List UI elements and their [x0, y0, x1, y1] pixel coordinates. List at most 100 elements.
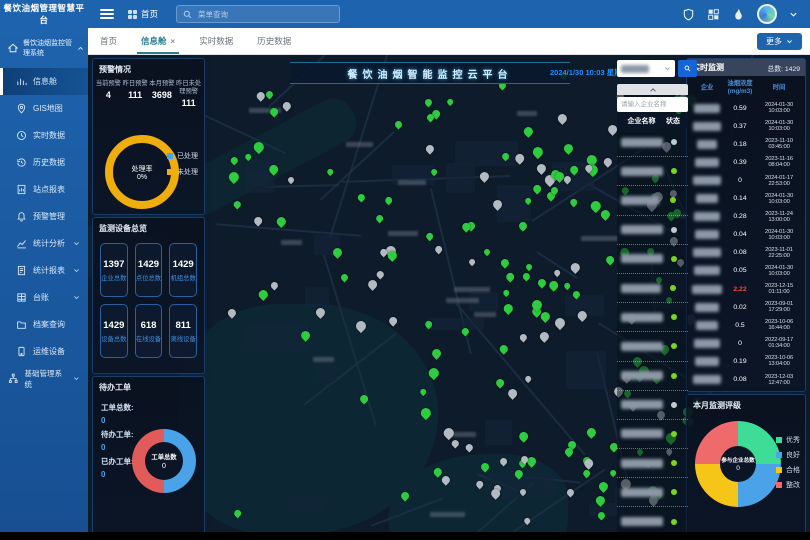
company-list-collapse[interactable]: [617, 84, 688, 95]
map-pin-online[interactable]: [531, 145, 545, 159]
map-pin-online[interactable]: [562, 142, 575, 155]
more-button[interactable]: 更多: [757, 33, 802, 50]
map-pin-offline[interactable]: [506, 387, 519, 400]
tab-首页[interactable]: 首页: [88, 28, 129, 54]
map-pin-online[interactable]: [502, 289, 511, 298]
map-pin-online[interactable]: [522, 125, 534, 137]
map-pin-online[interactable]: [383, 195, 393, 205]
map-pin-online[interactable]: [340, 273, 350, 283]
breadcrumb-home[interactable]: 首页: [128, 8, 158, 20]
map-pin-offline[interactable]: [442, 426, 455, 439]
map-pin-offline[interactable]: [281, 100, 292, 111]
flame-icon[interactable]: [732, 8, 745, 21]
realtime-row[interactable]: 02022-09-17 01:34:00: [687, 334, 805, 352]
map-pin-online[interactable]: [494, 377, 506, 389]
realtime-row[interactable]: 0.022023-09-01 17:29:00: [687, 298, 805, 316]
map-pin-online[interactable]: [589, 199, 602, 212]
realtime-row[interactable]: 0.52023-10-06 16:44:00: [687, 316, 805, 334]
company-row[interactable]: [617, 332, 688, 361]
realtime-row[interactable]: 0.142024-01-30 10:03:00: [687, 190, 805, 208]
map-pin-online[interactable]: [233, 200, 242, 209]
realtime-row[interactable]: 0.372024-01-30 10:03:00: [687, 117, 805, 135]
company-row[interactable]: [617, 245, 688, 274]
hamburger-menu-icon[interactable]: [100, 9, 114, 19]
map-pin-online[interactable]: [483, 248, 492, 257]
sidebar-item-report[interactable]: 站点报表: [0, 176, 88, 203]
map-pin-online[interactable]: [517, 430, 530, 443]
realtime-row[interactable]: 0.082023-11-01 22:25:00: [687, 244, 805, 262]
layout-icon[interactable]: [707, 8, 720, 21]
company-row[interactable]: [617, 420, 688, 449]
sidebar-item-ledger[interactable]: 台账: [0, 284, 88, 311]
map-pin-offline[interactable]: [556, 112, 568, 124]
map-pin-offline[interactable]: [602, 156, 613, 167]
map-pin-online[interactable]: [563, 282, 572, 291]
map-pin-online[interactable]: [597, 480, 610, 493]
map-pin-offline[interactable]: [433, 244, 443, 254]
realtime-row[interactable]: 02024-01-17 22:53:00: [687, 171, 805, 189]
map-pin-online[interactable]: [522, 272, 532, 282]
map-pin-online[interactable]: [504, 271, 516, 283]
map-pin-online[interactable]: [531, 183, 543, 195]
realtime-row[interactable]: 0.052024-01-30 10:03:00: [687, 262, 805, 280]
map-pin-offline[interactable]: [468, 258, 477, 267]
map-pin-online[interactable]: [394, 120, 404, 130]
sidebar-item-history[interactable]: 历史数据: [0, 149, 88, 176]
tab-信息舱[interactable]: 信息舱×: [129, 28, 187, 54]
map-pin-online[interactable]: [257, 288, 269, 300]
map-pin-online[interactable]: [326, 168, 335, 177]
map-pin-offline[interactable]: [366, 278, 379, 291]
map-pin-offline[interactable]: [287, 176, 296, 185]
map-pin-offline[interactable]: [387, 315, 399, 327]
company-row[interactable]: [617, 391, 688, 420]
map-pin-offline[interactable]: [465, 443, 474, 452]
map-pin-online[interactable]: [547, 279, 560, 292]
sidebar-item-doc[interactable]: 统计报表: [0, 257, 88, 284]
close-icon[interactable]: ×: [171, 37, 176, 46]
map-pin-offline[interactable]: [424, 143, 435, 154]
company-row[interactable]: [617, 274, 688, 303]
map-pin-online[interactable]: [498, 343, 509, 354]
menu-search-box[interactable]: [176, 5, 340, 23]
map-pin-online[interactable]: [374, 213, 384, 223]
sidebar-item-bell[interactable]: 预警管理: [0, 203, 88, 230]
tab-实时数据[interactable]: 实时数据: [187, 28, 245, 54]
realtime-row[interactable]: 0.592024-01-30 10:03:00: [687, 99, 805, 117]
sidebar-item-bars[interactable]: 信息舱: [0, 68, 88, 95]
sidebar-item-trend[interactable]: 统计分析: [0, 230, 88, 257]
realtime-row[interactable]: 0.192023-10-06 13:04:00: [687, 352, 805, 370]
map-pin-online[interactable]: [525, 263, 534, 272]
sidebar-item-clock[interactable]: 实时数据: [0, 122, 88, 149]
tab-历史数据[interactable]: 历史数据: [245, 28, 303, 54]
map-pin-online[interactable]: [585, 426, 597, 438]
map-pin-online[interactable]: [424, 98, 434, 108]
company-row[interactable]: [617, 303, 688, 332]
map-pin-online[interactable]: [502, 302, 514, 314]
realtime-row[interactable]: 0.182023-11-10 03:45:00: [687, 135, 805, 153]
map-pin-online[interactable]: [430, 347, 443, 360]
shield-icon[interactable]: [682, 8, 695, 21]
realtime-row[interactable]: 0.082023-12-03 12:47:00: [687, 371, 805, 389]
realtime-row[interactable]: 0.282023-11-24 13:00:00: [687, 208, 805, 226]
sidebar-item-device[interactable]: 运维设备: [0, 338, 88, 365]
map-pin-online[interactable]: [275, 215, 287, 227]
map-pin-offline[interactable]: [535, 162, 548, 175]
map-pin-online[interactable]: [536, 277, 547, 288]
map-pin-online[interactable]: [265, 90, 275, 100]
sidebar-item-pin[interactable]: GIS地图: [0, 95, 88, 122]
map-pin-online[interactable]: [517, 220, 528, 231]
company-row[interactable]: [617, 507, 688, 532]
map-pin-offline[interactable]: [519, 333, 529, 343]
sidebar-item-sitemap[interactable]: 基础管理系统: [0, 365, 88, 392]
sidebar-group-header[interactable]: 餐饮油烟监控管理系统: [0, 28, 88, 68]
map-pin-online[interactable]: [446, 98, 455, 107]
map-pin-offline[interactable]: [538, 330, 550, 342]
map-pin-online[interactable]: [604, 254, 616, 266]
company-row[interactable]: [617, 186, 688, 215]
company-row[interactable]: [617, 362, 688, 391]
menu-search-input[interactable]: [196, 9, 320, 20]
map-pin-offline[interactable]: [270, 281, 280, 291]
company-row[interactable]: [617, 216, 688, 245]
user-avatar[interactable]: [757, 4, 777, 24]
company-row[interactable]: [617, 128, 688, 157]
